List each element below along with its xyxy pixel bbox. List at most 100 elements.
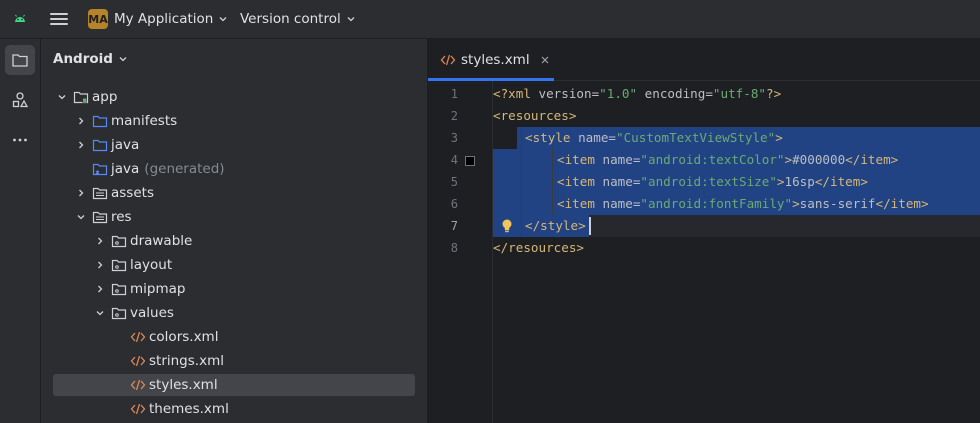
chevron-down-icon[interactable] xyxy=(74,210,88,224)
main-menu-icon[interactable] xyxy=(49,10,69,28)
code-line-4: <item name="android:textColor">#000000</… xyxy=(557,152,899,167)
code-line-8: </resources> xyxy=(493,240,584,255)
line-number: 2 xyxy=(450,109,458,123)
tree-item-label: res xyxy=(111,209,132,225)
tree-item-app[interactable]: app xyxy=(53,86,415,108)
xml-file-icon xyxy=(130,377,146,393)
generated-folder-icon xyxy=(92,161,108,177)
line-number: 5 xyxy=(450,175,458,189)
tree-item-label: strings.xml xyxy=(149,353,224,369)
line-number: 4 xyxy=(450,153,458,167)
line-number: 3 xyxy=(450,131,458,145)
package-folder-icon xyxy=(111,281,127,297)
tool-window-strip xyxy=(0,39,41,423)
tree-item-mipmap[interactable]: mipmap xyxy=(53,278,415,300)
code-line-6: <item name="android:fontFamily">sans-ser… xyxy=(557,196,929,211)
tree-item-label: mipmap xyxy=(130,281,186,297)
tree-item-styles-xml[interactable]: styles.xml xyxy=(53,374,415,396)
tree-item-manifests[interactable]: manifests xyxy=(53,110,415,132)
xml-file-icon xyxy=(130,329,146,345)
tab-label: styles.xml xyxy=(461,51,530,68)
chevron-right-icon[interactable] xyxy=(74,138,88,152)
tree-item-themes-xml[interactable]: themes.xml xyxy=(53,398,415,420)
tree-item-java-generated[interactable]: java (generated) xyxy=(53,158,415,180)
code-line-2: <resources> xyxy=(493,108,577,123)
indent-guide xyxy=(521,127,522,237)
project-tool-button[interactable] xyxy=(5,45,35,75)
tree-item-label: java xyxy=(111,137,140,153)
tree-item-label: styles.xml xyxy=(149,377,218,393)
tree-item-label: assets xyxy=(111,185,154,201)
tree-item-label: layout xyxy=(130,257,173,273)
text-caret xyxy=(589,217,591,235)
tree-item-label: java xyxy=(111,161,140,177)
tree-item-java[interactable]: java xyxy=(53,134,415,156)
xml-file-icon xyxy=(440,52,456,68)
tree-item-label: colors.xml xyxy=(149,329,219,345)
tree-item-res[interactable]: res xyxy=(53,206,415,228)
tree-item-colors-xml[interactable]: colors.xml xyxy=(53,326,415,348)
color-preview-swatch[interactable] xyxy=(465,156,475,166)
chevron-down-icon xyxy=(219,17,227,22)
project-view-selector[interactable]: Android xyxy=(53,51,128,67)
package-folder-icon xyxy=(111,233,127,249)
android-logo-icon xyxy=(15,14,25,22)
version-control-menu[interactable]: Version control xyxy=(240,8,356,30)
folder-icon xyxy=(92,113,108,129)
xml-file-icon xyxy=(130,401,146,417)
editor-area: styles.xml 1 2 3 4 5 6 7 8 <?xml version… xyxy=(428,39,980,423)
project-badge: MA xyxy=(88,9,108,29)
code-line-1: <?xml version="1.0" encoding="utf-8"?> xyxy=(493,86,782,101)
code-line-5: <item name="android:textSize">16sp</item… xyxy=(557,174,868,189)
chevron-down-icon[interactable] xyxy=(55,90,69,104)
resource-manager-button[interactable] xyxy=(5,85,35,115)
tree-item-suffix: (generated) xyxy=(144,161,225,177)
source-folder-icon xyxy=(92,137,108,153)
project-view-label: Android xyxy=(53,51,113,67)
tree-item-label: manifests xyxy=(111,113,178,129)
chevron-right-icon[interactable] xyxy=(93,258,107,272)
resource-folder-icon xyxy=(92,185,108,201)
lightbulb-icon[interactable] xyxy=(500,218,514,234)
title-bar: MA My Application Version control xyxy=(0,0,980,39)
tree-item-drawable[interactable]: drawable xyxy=(53,230,415,252)
line-number: 8 xyxy=(450,241,458,255)
more-icon xyxy=(13,138,27,142)
tree-item-label: themes.xml xyxy=(149,401,229,417)
code-line-7: </style> xyxy=(525,218,586,233)
tree-item-values[interactable]: values xyxy=(53,302,415,324)
tree-item-layout[interactable]: layout xyxy=(53,254,415,276)
chevron-right-icon[interactable] xyxy=(74,114,88,128)
more-tools-button[interactable] xyxy=(5,125,35,155)
line-number: 7 xyxy=(450,219,458,233)
tab-styles-xml[interactable]: styles.xml xyxy=(428,39,554,81)
chevron-right-icon[interactable] xyxy=(93,234,107,248)
xml-file-icon xyxy=(130,353,146,369)
chevron-right-icon[interactable] xyxy=(93,282,107,296)
folder-icon xyxy=(12,54,28,67)
chevron-down-icon xyxy=(347,17,355,22)
code-editor[interactable]: <?xml version="1.0" encoding="utf-8"?> <… xyxy=(493,81,980,423)
tree-item-label: drawable xyxy=(130,233,193,249)
chevron-down-icon xyxy=(119,57,127,62)
line-number: 6 xyxy=(450,197,458,211)
tree-item-label: app xyxy=(92,89,118,105)
project-name: My Application xyxy=(114,11,214,27)
chevron-down-icon[interactable] xyxy=(93,306,107,320)
code-line-3: <style name="CustomTextViewStyle"> xyxy=(525,130,783,145)
resource-folder-icon xyxy=(92,209,108,225)
line-number: 1 xyxy=(450,87,458,101)
tree-item-strings-xml[interactable]: strings.xml xyxy=(53,350,415,372)
close-icon[interactable] xyxy=(540,55,550,65)
line-number-gutter: 1 2 3 4 5 6 7 8 xyxy=(428,81,493,423)
tree-item-assets[interactable]: assets xyxy=(53,182,415,204)
project-selector[interactable]: MA My Application xyxy=(88,8,228,30)
vcs-label: Version control xyxy=(240,11,341,27)
package-folder-icon xyxy=(111,305,127,321)
project-panel: Android app manifests java java (generat… xyxy=(41,39,428,423)
tree-item-label: values xyxy=(130,305,174,321)
indent-guide xyxy=(552,149,553,215)
editor-tab-bar: styles.xml xyxy=(428,39,980,81)
chevron-right-icon[interactable] xyxy=(74,186,88,200)
package-folder-icon xyxy=(111,257,127,273)
